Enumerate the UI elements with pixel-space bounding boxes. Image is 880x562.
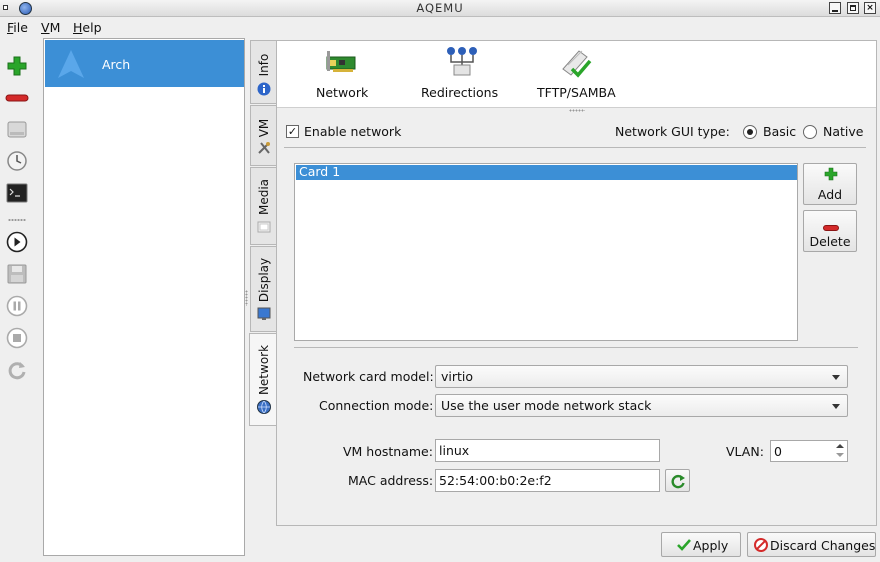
- network-card-label: Card 1: [299, 164, 341, 179]
- gui-native-label: Native: [823, 124, 864, 139]
- network-gui-type-label: Network GUI type:: [615, 124, 730, 139]
- tab-media[interactable]: Media: [250, 167, 276, 245]
- add-card-button[interactable]: Add: [803, 163, 857, 205]
- divider: [284, 147, 866, 148]
- menu-file[interactable]: File: [7, 20, 28, 35]
- add-icon: [824, 167, 838, 184]
- globe-icon: [257, 400, 271, 414]
- tools-icon: [257, 141, 271, 155]
- arch-logo-icon: [55, 48, 87, 83]
- clock-icon[interactable]: [4, 149, 30, 173]
- hostname-input[interactable]: linux: [435, 439, 660, 462]
- save-icon[interactable]: [4, 262, 30, 286]
- divider: [294, 347, 858, 348]
- add-label: Add: [817, 187, 843, 202]
- tab-display[interactable]: Display: [250, 246, 276, 332]
- redirections-icon: [444, 45, 480, 82]
- subtab-redirections-label: Redirections: [421, 85, 499, 100]
- hostname-label: VM hostname:: [343, 444, 433, 459]
- apply-button[interactable]: Apply: [661, 532, 741, 557]
- card-model-select[interactable]: virtio: [435, 365, 848, 388]
- delete-label-text: Delete: [809, 234, 851, 249]
- network-card-icon: [325, 49, 359, 80]
- spin-up-icon[interactable]: [834, 442, 846, 451]
- apply-label: Apply: [693, 538, 729, 553]
- maximize-button[interactable]: [847, 2, 859, 14]
- checkmark-icon: [677, 538, 691, 555]
- refresh-icon: [670, 473, 686, 492]
- chevron-down-icon: [832, 375, 840, 380]
- menu-bar: File VM Help: [0, 17, 880, 38]
- tab-vm-label: VM: [256, 118, 271, 138]
- connection-mode-select[interactable]: Use the user mode network stack: [435, 394, 848, 417]
- close-button[interactable]: ×: [864, 2, 876, 14]
- mac-address-value: 52:54:00:b0:2e:f2: [439, 473, 552, 488]
- minimize-button[interactable]: [829, 2, 841, 14]
- remove-icon: [823, 219, 839, 234]
- subtab-redirections[interactable]: Redirections: [417, 41, 509, 108]
- subtab-network-label: Network: [316, 85, 369, 100]
- title-bar: AQEMU ×: [0, 0, 880, 17]
- hdd-icon[interactable]: [4, 117, 30, 141]
- splitter-handle[interactable]: [245, 290, 248, 306]
- stop-icon[interactable]: [4, 326, 30, 350]
- window-menu-button[interactable]: [3, 5, 8, 10]
- play-icon[interactable]: [4, 230, 30, 254]
- vm-list[interactable]: Arch: [43, 38, 245, 556]
- network-card-list[interactable]: Card 1: [294, 163, 798, 341]
- pause-icon[interactable]: [4, 294, 30, 318]
- discard-label: Discard Changes: [770, 538, 876, 553]
- discard-changes-button[interactable]: Discard Changes: [747, 532, 876, 557]
- delete-vm-icon[interactable]: [4, 86, 30, 110]
- menu-vm[interactable]: VM: [41, 20, 60, 35]
- tab-info-label: Info: [256, 53, 271, 77]
- spin-down-icon[interactable]: [834, 451, 846, 460]
- gui-basic-radio[interactable]: [743, 125, 757, 139]
- window-title: AQEMU: [416, 1, 464, 15]
- toolbar-separator: [8, 218, 26, 222]
- reset-icon[interactable]: [4, 358, 30, 382]
- enable-network-label: Enable network: [304, 124, 402, 139]
- hostname-value: linux: [439, 443, 470, 458]
- vm-list-item[interactable]: Arch: [45, 40, 244, 87]
- vlan-label: VLAN:: [726, 444, 764, 459]
- connection-mode-value: Use the user mode network stack: [441, 398, 652, 413]
- terminal-icon[interactable]: [4, 181, 30, 205]
- subtab-network[interactable]: Network: [305, 41, 377, 108]
- delete-card-button[interactable]: Delete: [803, 210, 857, 252]
- tab-vm[interactable]: VM: [250, 105, 276, 166]
- tftp-samba-icon: [559, 47, 593, 82]
- tab-network[interactable]: Network: [249, 333, 277, 426]
- subtab-tftp-samba-label: TFTP/SAMBA: [537, 85, 616, 100]
- disc-icon: [257, 220, 271, 234]
- network-card-row[interactable]: Card 1: [296, 164, 797, 180]
- mac-address-label: MAC address:: [348, 473, 434, 488]
- tab-media-label: Media: [256, 178, 271, 216]
- info-icon: [257, 82, 271, 96]
- gui-basic-label: Basic: [763, 124, 797, 139]
- monitor-icon: [257, 307, 271, 321]
- enable-network-checkbox[interactable]: ✓: [286, 125, 299, 138]
- vlan-value: 0: [774, 444, 782, 459]
- tab-display-label: Display: [256, 257, 271, 303]
- tab-info[interactable]: Info: [250, 40, 276, 104]
- vm-item-label: Arch: [102, 57, 131, 72]
- gui-native-radio[interactable]: [803, 125, 817, 139]
- menu-help[interactable]: Help: [73, 20, 102, 35]
- card-model-label: Network card model:: [303, 369, 434, 384]
- chevron-down-icon: [832, 404, 840, 409]
- mac-address-input[interactable]: 52:54:00:b0:2e:f2: [435, 469, 660, 492]
- delete-label: Delete: [804, 234, 856, 249]
- tab-network-label: Network: [256, 344, 271, 396]
- subtab-resize-grip: [569, 109, 585, 112]
- subtab-tftp-samba[interactable]: TFTP/SAMBA: [533, 41, 619, 108]
- vlan-spinbox[interactable]: 0: [770, 440, 848, 462]
- connection-mode-label: Connection mode:: [319, 398, 434, 413]
- card-model-value: virtio: [441, 369, 474, 384]
- network-subtabs: Network Redirections TFTP/SAMBA: [277, 41, 876, 108]
- regenerate-mac-button[interactable]: [665, 469, 690, 492]
- add-vm-icon[interactable]: [4, 54, 30, 78]
- discard-icon: [754, 538, 768, 555]
